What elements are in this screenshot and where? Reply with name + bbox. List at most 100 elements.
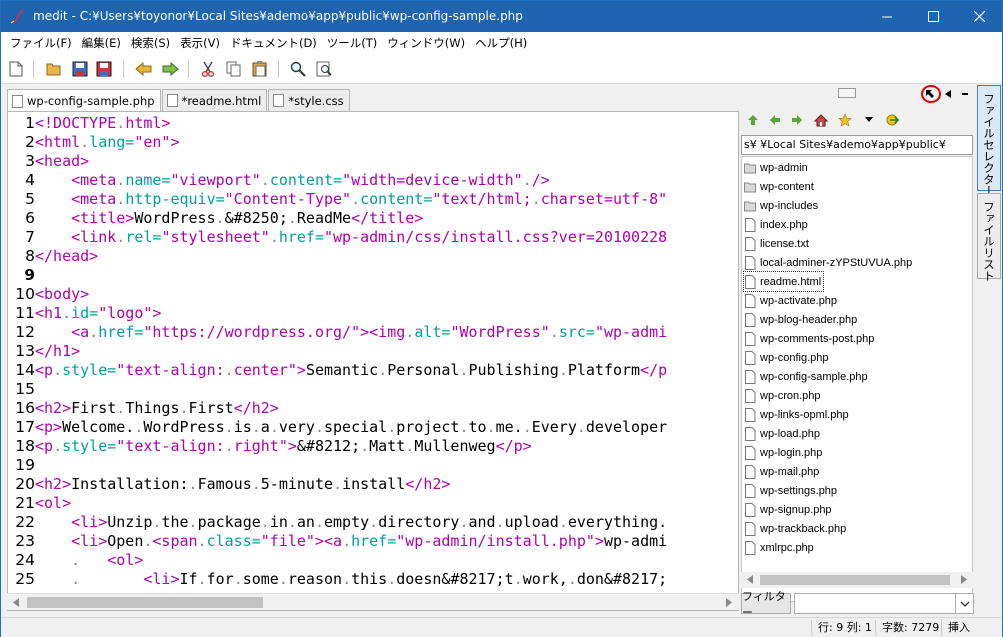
path-field[interactable]: s¥ ¥Local Sites¥ademo¥app¥public¥ [741,135,973,155]
redo-button[interactable] [159,58,181,80]
close-button[interactable] [956,1,1002,32]
save-button[interactable] [69,58,91,80]
open-button[interactable] [43,58,65,80]
file-item[interactable]: wp-mail.php [744,462,819,481]
code-line[interactable]: 17 <p>Welcome..WordPress.is.a.very.specia… [8,418,738,437]
file-item[interactable]: index.php [744,215,808,234]
up-button[interactable] [744,111,762,129]
code-line[interactable]: 23 <li>Open.<span.class="file"><a.href="… [8,532,738,551]
find-button[interactable] [287,58,309,80]
code-line[interactable]: 5 <meta.http-equiv="Content-Type".conten… [8,190,738,209]
document-tab[interactable]: *readme.html [161,89,268,111]
scrollbar-thumb[interactable] [27,597,263,608]
code-line[interactable]: 2 <html.lang="en"> [8,133,738,152]
code-line[interactable]: 12 <a.href="https://wordpress.org/"><img… [8,323,738,342]
filter-combobox[interactable] [794,593,974,614]
scroll-right-icon[interactable] [960,575,968,584]
file-item[interactable]: wp-login.php [744,443,822,462]
code-line[interactable]: 15 [8,380,738,399]
new-file-button[interactable] [5,58,27,80]
menu-item[interactable]: ウィンドウ(W) [382,35,470,51]
file-item[interactable]: wp-settings.php [744,481,837,500]
file-item[interactable]: wp-trackback.php [744,519,846,538]
cut-button[interactable] [197,58,219,80]
replace-button[interactable] [313,58,335,80]
copy-button[interactable] [223,58,245,80]
file-item[interactable]: wp-blog-header.php [744,310,857,329]
menu-item[interactable]: 編集(E) [77,35,126,51]
code-token: "logo" [98,304,153,322]
file-item[interactable]: wp-load.php [744,424,820,443]
file-item[interactable]: xmlrpc.php [744,538,814,557]
filter-label[interactable]: フィルター [741,590,791,619]
menu-item[interactable]: 検索(S) [126,35,175,51]
code-line[interactable]: 3 <head> [8,152,738,171]
code-line[interactable]: 6 <title>WordPress.&#8250;.ReadMe</title… [8,209,738,228]
code-line[interactable]: 10 <body> [8,285,738,304]
menu-item[interactable]: ファイル(F) [5,35,77,51]
code-line[interactable]: 16 <h2>First.Things.First</h2> [8,399,738,418]
file-list-horizontal-scrollbar[interactable] [741,572,973,588]
folder-item[interactable]: wp-includes [744,196,818,215]
pane-minimize-button[interactable] [958,85,972,103]
scroll-left-icon[interactable] [746,575,754,584]
code-line[interactable]: 25 . <li>If.for.some.reason.this.doesn&#… [8,570,738,589]
code-line[interactable]: 19 [8,456,738,475]
code-line[interactable]: 20 <h2>Installation:.Famous.5-minute.inst… [8,475,738,494]
home-button[interactable] [812,111,830,129]
scroll-right-icon[interactable] [725,598,733,607]
pane-grip[interactable] [838,88,856,98]
code-line[interactable]: 24 . <ol> [8,551,738,570]
code-line[interactable]: 14 <p.style="text-align:.center">Semantic… [8,361,738,380]
undo-button[interactable] [133,58,155,80]
file-item[interactable]: wp-config.php [744,348,829,367]
minimize-button[interactable] [864,1,910,32]
code-line[interactable]: 22 <li>Unzip.the.package.in.an.empty.dir… [8,513,738,532]
maximize-button[interactable] [910,1,956,32]
file-item[interactable]: wp-signup.php [744,500,832,519]
scrollbar-thumb[interactable] [760,575,950,585]
bookmark-button[interactable] [836,111,854,129]
document-tab[interactable]: *style.css [268,89,350,111]
code-token: > [170,133,180,151]
filter-dropdown-button[interactable] [955,594,973,613]
code-line[interactable]: 7 <link.rel="stylesheet".href="wp-admin/… [8,228,738,247]
code-line[interactable]: 18 <p.style="text-align:.right">&#8212;.M… [8,437,738,456]
file-item[interactable]: wp-config-sample.php [744,367,868,386]
menu-item[interactable]: ドキュメント(D) [225,35,322,51]
file-item[interactable]: wp-activate.php [744,291,837,310]
file-item[interactable]: wp-comments-post.php [744,329,874,348]
back-button[interactable] [766,111,784,129]
menu-item[interactable]: 表示(V) [175,35,225,51]
folder-item[interactable]: wp-content [744,177,814,196]
file-item[interactable]: local-adminer-zYPStUVUA.php [744,253,912,272]
code-token: . [314,513,324,531]
file-item[interactable]: readme.html [742,271,825,292]
jump-to-document-button[interactable] [884,111,902,129]
file-item[interactable]: wp-cron.php [744,386,821,405]
editor-horizontal-scrollbar[interactable] [7,593,739,610]
code-editor[interactable]: 1 <!DOCTYPE.html> 2 <html.lang="en"> 3 <head>… [7,111,739,611]
code-line[interactable]: 11 <h1.id="logo"> [8,304,738,323]
tab-file-list[interactable]: ファイルリスト [977,193,1001,282]
code-line[interactable]: 9 [8,266,738,285]
folder-item[interactable]: wp-admin [744,158,808,177]
code-line[interactable]: 21 <ol> [8,494,738,513]
file-item[interactable]: license.txt [744,234,809,253]
code-line[interactable]: 1 <!DOCTYPE.html> [8,114,738,133]
file-item[interactable]: wp-links-opml.php [744,405,849,424]
forward-button[interactable] [788,111,806,129]
code-line[interactable]: 4 <meta.name="viewport".content="width=d… [8,171,738,190]
tab-file-selector[interactable]: ファイルセレクター [977,85,1001,197]
menu-item[interactable]: ヘルプ(H) [470,35,532,51]
paste-button[interactable] [249,58,271,80]
code-line[interactable]: 8 </head> [8,247,738,266]
code-line[interactable]: 13 </h1> [8,342,738,361]
save-as-button[interactable] [93,58,115,80]
menu-item[interactable]: ツール(T) [322,35,383,51]
document-tab[interactable]: wp-config-sample.php [7,89,161,112]
pane-collapse-button[interactable] [941,85,955,103]
scroll-left-icon[interactable] [12,598,20,607]
bookmark-menu-button[interactable] [860,111,878,129]
